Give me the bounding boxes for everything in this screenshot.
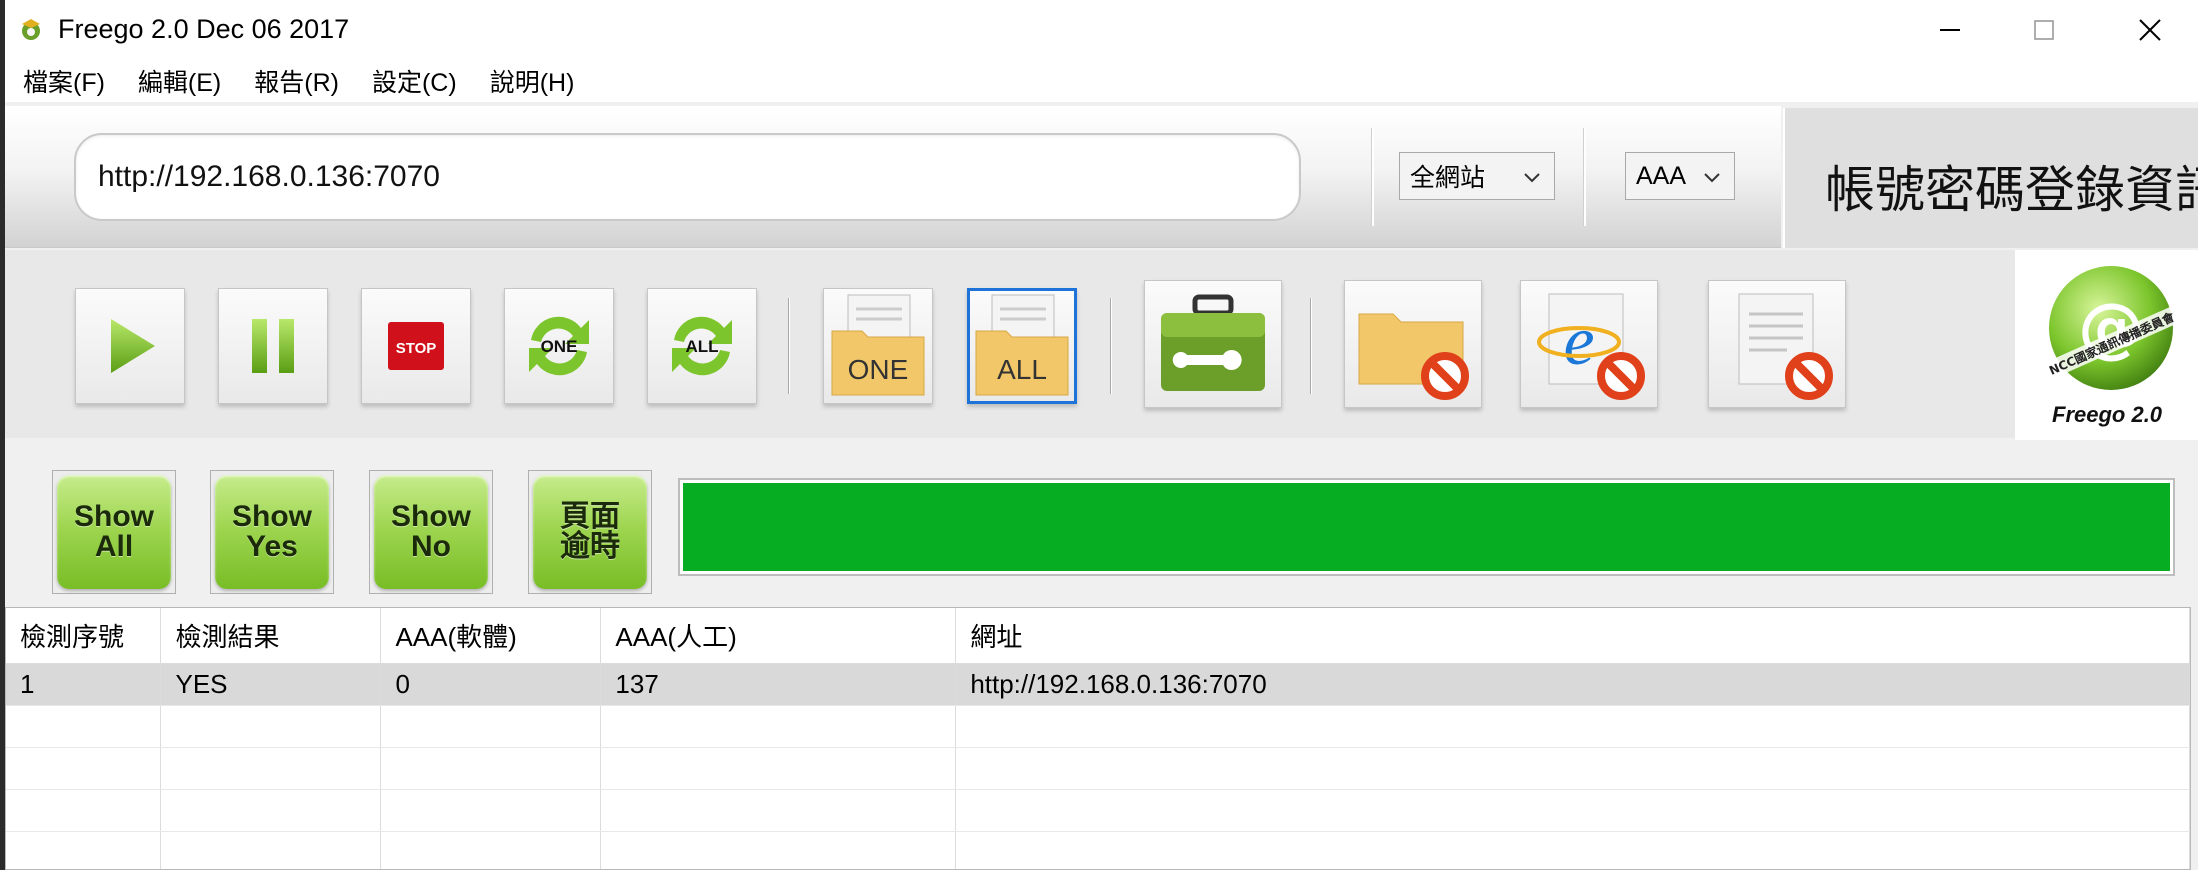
refresh-one-button[interactable]: ONE xyxy=(504,288,614,404)
play-icon xyxy=(111,319,155,373)
ie-prohibited-icon: e xyxy=(1537,293,1645,400)
menu-file[interactable]: 檔案(F) xyxy=(23,63,105,99)
app-window: Freego 2.0 Dec 06 2017 檔案(F) 編輯(E) 報告(R)… xyxy=(5,0,2198,870)
table-row-empty[interactable] xyxy=(6,789,2190,832)
col-header-url[interactable]: 網址 xyxy=(955,608,2190,664)
document-prohibited-button[interactable] xyxy=(1708,280,1846,408)
close-button[interactable] xyxy=(2103,0,2197,60)
login-info-label: 帳號密碼登錄資訊 xyxy=(1825,162,2198,218)
show-no-line1: Show xyxy=(391,500,471,533)
menu-edit[interactable]: 編輯(E) xyxy=(138,63,221,99)
chevron-down-icon xyxy=(1704,173,1720,183)
toolbar-separator xyxy=(1110,298,1112,394)
page-timeout-button[interactable]: 頁面 逾時 xyxy=(528,470,652,594)
folder-one-label: ONE xyxy=(848,354,909,385)
tools-button[interactable] xyxy=(1144,280,1282,408)
show-all-line1: Show xyxy=(74,500,154,533)
folder-prohibited-icon xyxy=(1358,313,1469,400)
folder-prohibited-button[interactable] xyxy=(1344,280,1482,408)
page-timeout-line1: 頁面 xyxy=(560,500,620,533)
window-title: Freego 2.0 Dec 06 2017 xyxy=(58,14,350,44)
refresh-one-label: ONE xyxy=(541,337,578,356)
progress-bar xyxy=(678,478,2175,576)
chevron-down-icon xyxy=(1524,173,1540,183)
filter-row: Show All Show Yes Show No 頁面 逾時 xyxy=(5,440,2198,610)
pause-icon xyxy=(252,319,294,373)
table-row-empty[interactable] xyxy=(6,747,2190,790)
logo-caption: Freego 2.0 xyxy=(2052,402,2163,427)
maximize-button[interactable] xyxy=(1997,0,2091,60)
freego-app-icon xyxy=(22,19,40,40)
minimize-icon xyxy=(1940,29,1960,31)
show-all-line2: All xyxy=(94,530,134,563)
scope-select[interactable]: 全網站 xyxy=(1399,152,1555,200)
menu-report[interactable]: 報告(R) xyxy=(254,63,339,99)
table-row-empty[interactable] xyxy=(6,831,2190,869)
col-header-aaa-software[interactable]: AAA(軟體) xyxy=(380,608,602,664)
show-no-button[interactable]: Show No xyxy=(369,470,493,594)
toolbar-separator xyxy=(1310,298,1312,394)
col-header-aaa-manual[interactable]: AAA(人工) xyxy=(600,608,957,664)
stop-button[interactable]: STOP xyxy=(361,288,471,404)
title-bar: Freego 2.0 Dec 06 2017 xyxy=(5,0,2198,60)
url-input[interactable] xyxy=(74,133,1301,221)
pause-button[interactable] xyxy=(218,288,328,404)
results-table: 檢測序號 檢測結果 AAA(軟體) AAA(人工) 網址 1 YES 0 137… xyxy=(5,607,2191,870)
login-info-button[interactable]: 帳號密碼登錄資訊 xyxy=(1783,108,2198,248)
url-separator xyxy=(1583,128,1586,226)
table-cell: 137 xyxy=(600,663,957,706)
refresh-icon: ONE xyxy=(529,316,589,376)
col-header-check-no[interactable]: 檢測序號 xyxy=(6,608,162,664)
refresh-icon: ALL xyxy=(672,316,732,376)
table-cell: http://192.168.0.136:7070 xyxy=(955,663,2190,706)
toolbar: STOP ONE ALL ONE ALL e xyxy=(5,250,2015,438)
refresh-all-button[interactable]: ALL xyxy=(647,288,757,404)
toolbar-separator xyxy=(788,298,790,394)
scope-select-value: 全網站 xyxy=(1410,164,1486,192)
show-yes-line1: Show xyxy=(232,500,312,533)
refresh-all-label: ALL xyxy=(685,337,718,356)
menu-bar: 檔案(F) 編輯(E) 報告(R) 設定(C) 說明(H) xyxy=(5,60,2198,102)
level-select[interactable]: AAA xyxy=(1625,152,1735,200)
ie-prohibited-button[interactable]: e xyxy=(1520,280,1658,408)
results-grid: 檢測序號 檢測結果 AAA(軟體) AAA(人工) 網址 1 YES 0 137… xyxy=(6,608,2190,869)
stop-icon: STOP xyxy=(388,322,444,370)
folder-doc-icon: ALL xyxy=(975,294,1069,396)
url-bar: 全網站 AAA xyxy=(5,106,1781,248)
table-cell: YES xyxy=(160,663,382,706)
folder-one-button[interactable]: ONE xyxy=(823,288,933,404)
show-all-button[interactable]: Show All xyxy=(52,470,176,594)
menu-help[interactable]: 說明(H) xyxy=(490,63,575,99)
progress-fill xyxy=(683,483,2170,571)
level-select-value: AAA xyxy=(1636,161,1687,190)
table-row[interactable]: 1 YES 0 137 http://192.168.0.136:7070 xyxy=(6,663,2190,706)
freego-logo: @ NCC國家通訊傳播委員會 Freego 2.0 xyxy=(2015,250,2198,440)
url-separator xyxy=(1371,128,1374,226)
stop-icon-label: STOP xyxy=(396,340,437,357)
toolbox-icon xyxy=(1161,294,1265,391)
svg-text:e: e xyxy=(1563,303,1594,380)
freego-logo-icon: @ NCC國家通訊傳播委員會 xyxy=(2045,266,2178,390)
col-header-result[interactable]: 檢測結果 xyxy=(160,608,382,664)
close-icon xyxy=(2139,19,2161,41)
table-cell: 1 xyxy=(6,663,162,706)
show-yes-button[interactable]: Show Yes xyxy=(210,470,334,594)
show-no-line2: No xyxy=(411,530,451,563)
show-yes-line2: Yes xyxy=(246,530,298,563)
document-prohibited-icon xyxy=(1738,293,1833,400)
minimize-button[interactable] xyxy=(1903,0,1997,60)
folder-all-button[interactable]: ALL xyxy=(967,288,1077,404)
table-row-empty[interactable] xyxy=(6,705,2190,748)
maximize-icon xyxy=(2034,20,2054,40)
folder-all-label: ALL xyxy=(997,354,1047,385)
table-cell: 0 xyxy=(380,663,602,706)
play-button[interactable] xyxy=(75,288,185,404)
folder-doc-icon: ONE xyxy=(831,294,925,396)
page-timeout-line2: 逾時 xyxy=(560,530,620,563)
menu-settings[interactable]: 設定(C) xyxy=(372,63,457,99)
table-header-row: 檢測序號 檢測結果 AAA(軟體) AAA(人工) 網址 xyxy=(6,608,2190,664)
